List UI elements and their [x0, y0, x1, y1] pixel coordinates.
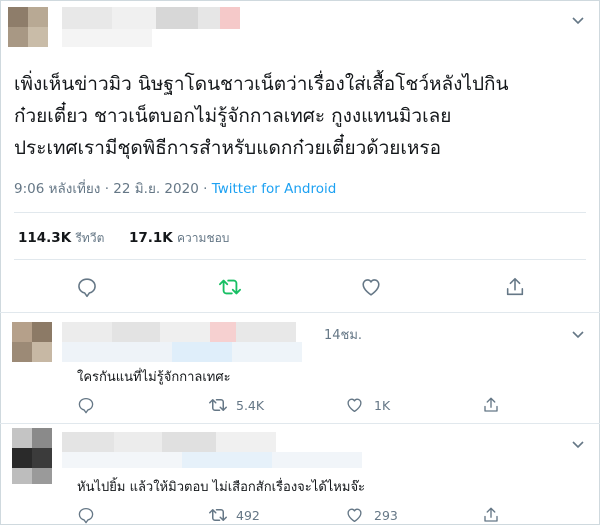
tweet-meta: 9:06 หลังเที่ยง · 22 มิ.ย. 2020 · Twitte… [14, 177, 336, 199]
meta-separator: · [203, 181, 208, 197]
like-count: 1K [374, 398, 391, 413]
reply-icon[interactable] [77, 506, 95, 524]
divider [0, 423, 600, 424]
retweet-count: 5.4K [236, 398, 265, 413]
tweet-text-line: เพิ่งเห็นข่าวมิว นิษฐาโดนชาวเน็ตว่าเรื่อ… [14, 73, 509, 95]
tweet-stats: 114.3K รีทวีต 17.1K ความชอบ [18, 229, 229, 248]
like-icon[interactable] [360, 276, 382, 298]
like-count: 293 [374, 508, 398, 523]
tweet-text-line: ประเทศเรามีชุดพิธีการสำหรับแดกก๋วยเตี๋ยว… [14, 137, 442, 159]
share-icon[interactable] [482, 506, 500, 524]
reply-time[interactable]: 14ชม. [324, 324, 362, 345]
reply-icon[interactable] [76, 276, 98, 298]
retweets-stat[interactable]: 114.3K รีทวีต [18, 230, 109, 246]
likes-stat[interactable]: 17.1K ความชอบ [129, 230, 229, 246]
tweet-date[interactable]: 22 มิ.ย. 2020 [113, 181, 199, 197]
tweet-source[interactable]: Twitter for Android [212, 181, 337, 197]
reply-text: หันไปยิ้ม แล้วให้มิวตอบ ไม่เสือกสักเรื่อ… [77, 480, 366, 495]
chevron-down-icon[interactable] [570, 12, 586, 28]
divider [0, 312, 600, 313]
reply-icon[interactable] [77, 396, 95, 414]
tweet-time[interactable]: 9:06 หลังเที่ยง [14, 181, 100, 197]
retweet-icon[interactable] [208, 506, 228, 524]
retweet-icon[interactable] [208, 396, 228, 414]
retweets-count: 114.3K [18, 230, 72, 246]
reply-text: ใครกันแนที่ไม่รู้จักกาลเทศะ [77, 370, 231, 385]
chevron-down-icon[interactable] [570, 436, 586, 452]
likes-count: 17.1K [128, 230, 173, 246]
retweet-icon[interactable] [218, 276, 242, 298]
divider [14, 259, 586, 260]
retweet-count: 492 [236, 508, 260, 523]
like-icon[interactable] [345, 396, 364, 414]
divider [14, 212, 586, 213]
tweet-text: เพิ่งเห็นข่าวมิว นิษฐาโดนชาวเน็ตว่าเรื่อ… [14, 68, 589, 164]
share-icon[interactable] [482, 396, 500, 414]
likes-label: ความชอบ [177, 231, 230, 245]
like-icon[interactable] [345, 506, 364, 524]
chevron-down-icon[interactable] [570, 326, 586, 342]
share-icon[interactable] [504, 276, 526, 298]
meta-separator: · [104, 181, 109, 197]
tweet-text-line: ก๋วยเตี๋ยว ชาวเน็ตบอกไม่รู้จักกาลเทศะ กู… [14, 105, 452, 127]
retweets-label: รีทวีต [75, 231, 105, 245]
